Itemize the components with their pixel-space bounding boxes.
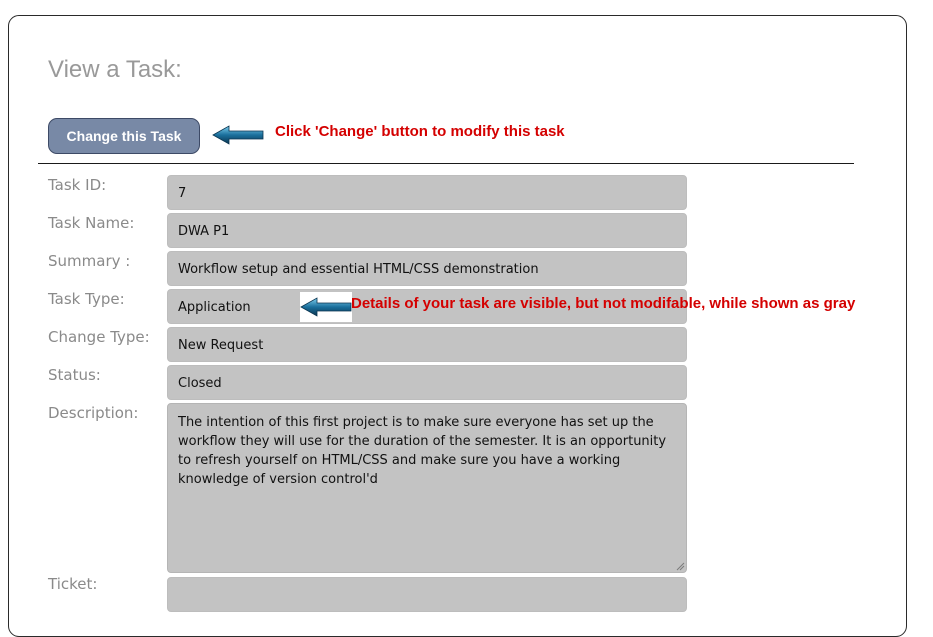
divider (38, 163, 854, 164)
resize-grip-icon[interactable] (675, 561, 685, 571)
task-id-field: 7 (167, 175, 687, 210)
task-name-label: Task Name: (48, 214, 135, 232)
ticket-field (167, 577, 687, 612)
readonly-hint-text: Details of your task are visible, but no… (351, 295, 856, 312)
summary-label: Summary : (48, 252, 131, 270)
status-field: Closed (167, 365, 687, 400)
summary-field: Workflow setup and essential HTML/CSS de… (167, 251, 687, 286)
description-text: The intention of this first project is t… (178, 415, 667, 487)
change-task-button[interactable]: Change this Task (48, 118, 200, 154)
change-type-label: Change Type: (48, 328, 150, 346)
change-hint-text: Click 'Change' button to modify this tas… (275, 123, 565, 140)
description-textarea[interactable]: The intention of this first project is t… (167, 403, 687, 573)
change-type-field: New Request (167, 327, 687, 362)
task-name-field: DWA P1 (167, 213, 687, 248)
left-arrow-icon (300, 292, 352, 322)
task-id-label: Task ID: (48, 176, 107, 194)
task-type-label: Task Type: (48, 290, 125, 308)
status-label: Status: (48, 366, 101, 384)
left-arrow-icon (212, 120, 264, 150)
ticket-label: Ticket: (48, 575, 98, 593)
description-label: Description: (48, 404, 139, 422)
page-title: View a Task: (48, 56, 182, 83)
